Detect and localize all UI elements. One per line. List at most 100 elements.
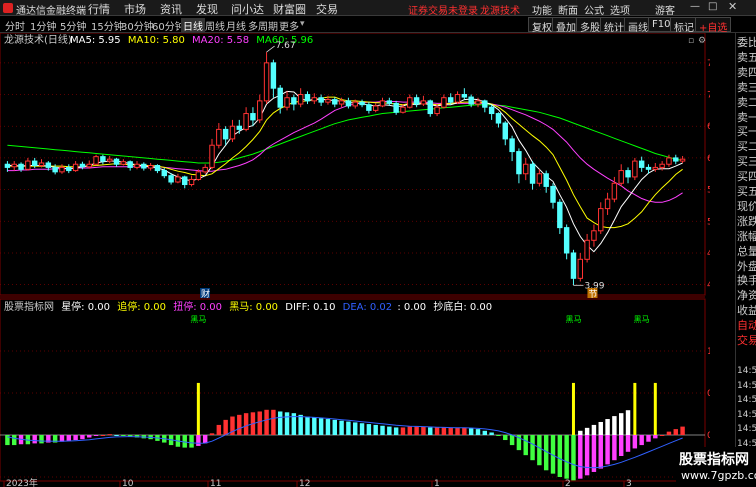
tab-30min[interactable]: 30分钟 bbox=[121, 18, 154, 33]
tab-yuexian[interactable]: 月线 bbox=[226, 18, 246, 33]
candle-body bbox=[550, 185, 556, 203]
quote-row-label[interactable]: 交易 bbox=[737, 332, 756, 348]
panel-settings-icon[interactable]: ⚙ bbox=[698, 36, 706, 46]
xingting-value: 星停: 0.00 bbox=[61, 300, 110, 313]
candle-body bbox=[495, 113, 502, 124]
indicator-tick-label: 1.00 bbox=[707, 347, 710, 357]
kline-chart[interactable]: 7.50 7.00 6.50 6.00 5.50 5.00 4.50 4.00 1.00 0.5… bbox=[0, 33, 710, 487]
chevron-down-icon[interactable]: ▾ bbox=[300, 19, 305, 29]
macd-bar bbox=[114, 435, 119, 436]
tab-duozhouqi[interactable]: 多周期 bbox=[248, 18, 278, 33]
chaodibai-value: 抄底白: 0.00 bbox=[433, 300, 492, 313]
signal-labels: 黑马 黑马 黑马 bbox=[190, 315, 649, 324]
macd-bar bbox=[414, 426, 419, 435]
quote-row-label: 收益 bbox=[737, 304, 756, 318]
candle-body bbox=[659, 163, 665, 168]
tab-fenshi[interactable]: 分时 bbox=[5, 18, 25, 33]
candle-body bbox=[243, 113, 249, 130]
menu-gongshi[interactable]: 公式 bbox=[584, 2, 604, 17]
minimize-icon[interactable]: — bbox=[690, 1, 700, 12]
candle-body bbox=[577, 258, 584, 279]
candles bbox=[4, 52, 686, 286]
candle-body bbox=[59, 166, 65, 173]
macd-bar bbox=[121, 435, 126, 436]
indicator-tick-label: 0.00 bbox=[707, 431, 710, 441]
menu-zixun[interactable]: 资讯 bbox=[160, 1, 182, 17]
tab-5min[interactable]: 5分钟 bbox=[60, 18, 86, 33]
tab-rixian[interactable]: 日线 bbox=[181, 18, 205, 33]
candle-body bbox=[154, 165, 161, 172]
macd-bar bbox=[318, 418, 324, 435]
menu-shichang[interactable]: 市场 bbox=[124, 1, 146, 17]
menu-caifuquan[interactable]: 财富圈 bbox=[273, 1, 306, 17]
candle-body bbox=[147, 165, 154, 169]
macd-bar bbox=[428, 427, 433, 435]
maximize-icon[interactable]: □ bbox=[708, 1, 717, 12]
quote-row-label: 外盘 bbox=[737, 259, 756, 273]
candle-body bbox=[325, 99, 331, 103]
heima-value: 黑马: 0.00 bbox=[229, 301, 278, 313]
panel-collapse-icon[interactable]: ▫ bbox=[688, 36, 694, 46]
ma60-line bbox=[7, 104, 683, 164]
candle-body bbox=[509, 138, 515, 153]
candle-body bbox=[488, 106, 495, 115]
candle-body bbox=[454, 94, 461, 103]
macd-bar bbox=[202, 435, 208, 444]
ma5-line bbox=[7, 90, 683, 253]
macd-bar bbox=[618, 435, 624, 456]
candle-body bbox=[679, 158, 686, 162]
macd-bar bbox=[243, 413, 249, 435]
close-icon[interactable]: ✕ bbox=[728, 0, 737, 13]
candle-body bbox=[4, 163, 11, 168]
menu-gongneng[interactable]: 功能 bbox=[532, 2, 552, 17]
macd-bar bbox=[353, 422, 358, 435]
candle-body bbox=[447, 97, 454, 103]
candle-body bbox=[557, 201, 563, 229]
date-axis: 2023年 10 11 12 1 2 3 bbox=[3, 477, 632, 487]
quote-row-label: 买四 bbox=[737, 170, 756, 184]
candle-body bbox=[297, 94, 304, 105]
candle-body bbox=[257, 100, 263, 121]
menu-faxian[interactable]: 发现 bbox=[196, 1, 218, 17]
price-axis: 7.50 7.00 6.50 6.00 5.50 5.00 4.50 4.00 bbox=[707, 59, 710, 291]
macd-bar bbox=[257, 411, 262, 435]
tab-gengduo[interactable]: 更多 bbox=[279, 18, 299, 33]
quote-row-label: 买一 bbox=[737, 125, 756, 139]
menu-jiaoyi[interactable]: 交易 bbox=[316, 1, 338, 17]
candle-body bbox=[413, 97, 420, 105]
menu-youke[interactable]: 游客 bbox=[655, 2, 675, 17]
biaoji-button[interactable]: 标记 bbox=[670, 17, 698, 34]
date-label: 3 bbox=[626, 479, 632, 487]
add-watchlist-button[interactable]: +自选 bbox=[695, 17, 732, 34]
macd-bar bbox=[673, 429, 678, 435]
candle-body bbox=[100, 156, 106, 162]
candle-body bbox=[52, 166, 58, 173]
candle-body bbox=[420, 100, 427, 105]
macd-bar bbox=[209, 433, 215, 435]
macd-bar bbox=[80, 435, 85, 440]
candle-body bbox=[591, 230, 597, 241]
trade-time: 14:56 bbox=[737, 395, 756, 405]
tab-1min[interactable]: 1分钟 bbox=[30, 18, 56, 33]
finance-marker-label: 财 bbox=[201, 288, 210, 300]
menu-hangqing[interactable]: 行情 bbox=[88, 1, 110, 17]
menu-wenxiaoda[interactable]: 问小达 bbox=[231, 1, 264, 17]
tab-15min[interactable]: 15分钟 bbox=[91, 18, 124, 33]
menu-xuanxiang[interactable]: 选项 bbox=[610, 2, 630, 17]
candle-body bbox=[311, 97, 318, 102]
candle-body bbox=[645, 166, 652, 170]
candle-body bbox=[202, 166, 208, 173]
candle-body bbox=[106, 158, 113, 162]
macd-bar bbox=[625, 435, 631, 452]
candle-body bbox=[332, 99, 338, 105]
candle-body bbox=[666, 157, 672, 165]
quote-row-label[interactable]: 自动 bbox=[737, 317, 756, 333]
tab-60min[interactable]: 60分钟 bbox=[152, 18, 185, 33]
chaodi-bar bbox=[605, 419, 610, 435]
menu-duanmian[interactable]: 断面 bbox=[558, 2, 578, 17]
tab-zhouxian[interactable]: 周线 bbox=[205, 18, 225, 33]
candle-body bbox=[229, 125, 236, 140]
login-notice[interactable]: 证券交易未登录 bbox=[408, 2, 478, 17]
macd-bar bbox=[366, 424, 372, 435]
candle-body bbox=[434, 106, 440, 115]
